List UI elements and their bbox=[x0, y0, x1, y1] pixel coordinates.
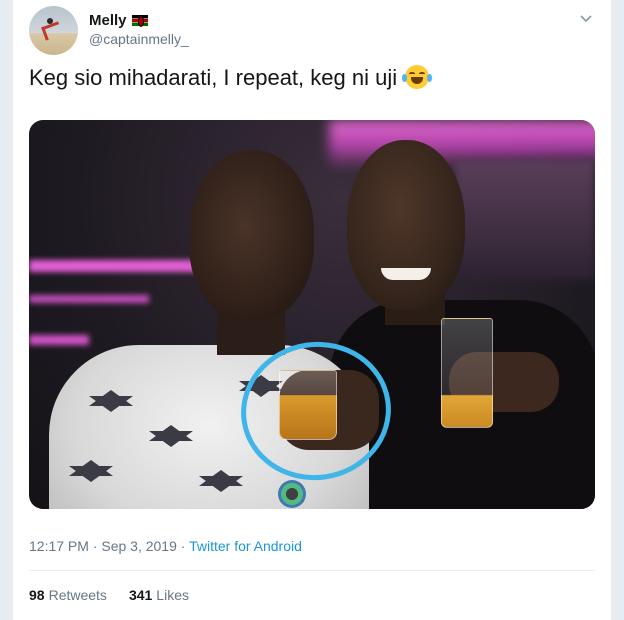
tweet-stats: 98 Retweets 341 Likes bbox=[29, 587, 189, 603]
retweets-count: 98 bbox=[29, 587, 45, 603]
tweet-source-link[interactable]: Twitter for Android bbox=[189, 538, 302, 554]
shirt-star-print bbox=[89, 390, 133, 412]
beer-glass bbox=[441, 318, 493, 428]
tweet-meta: 12:17 PM · Sep 3, 2019 · Twitter for And… bbox=[29, 538, 302, 554]
tweet-text-content: Keg sio mihadarati, I repeat, keg ni uji bbox=[29, 65, 398, 90]
tweet-text: Keg sio mihadarati, I repeat, keg ni uji bbox=[29, 64, 595, 92]
display-name[interactable]: Melly bbox=[89, 12, 127, 29]
neon-light bbox=[29, 335, 89, 345]
neon-light bbox=[29, 260, 199, 272]
shirt-star-print bbox=[199, 470, 243, 492]
user-block[interactable]: Melly @captainmelly_ bbox=[89, 12, 189, 47]
tweet-photo[interactable] bbox=[29, 120, 595, 509]
person-right-smile bbox=[381, 268, 431, 280]
retweets-label: Retweets bbox=[48, 587, 107, 603]
background-sofa bbox=[455, 160, 595, 280]
shirt-star-print bbox=[149, 425, 193, 447]
likes-stat[interactable]: 341 Likes bbox=[129, 587, 189, 603]
chevron-down-icon[interactable] bbox=[579, 12, 593, 26]
person-left-head bbox=[189, 150, 314, 320]
person-right-head bbox=[347, 140, 465, 310]
retweets-stat[interactable]: 98 Retweets bbox=[29, 587, 107, 603]
shirt-star-print bbox=[69, 460, 113, 482]
kenya-flag-icon bbox=[131, 15, 148, 27]
face-with-tears-of-joy-icon bbox=[402, 65, 433, 89]
tweet-timestamp[interactable]: 12:17 PM · Sep 3, 2019 · bbox=[29, 538, 189, 554]
likes-label: Likes bbox=[156, 587, 189, 603]
display-name-row: Melly bbox=[89, 12, 189, 29]
neon-light bbox=[29, 295, 149, 303]
divider bbox=[29, 570, 595, 571]
tweet-header: Melly @captainmelly_ bbox=[29, 6, 595, 56]
user-handle[interactable]: @captainmelly_ bbox=[89, 31, 189, 47]
avatar-body bbox=[41, 21, 63, 41]
avatar[interactable] bbox=[29, 6, 78, 55]
likes-count: 341 bbox=[128, 587, 153, 603]
watermark-icon bbox=[278, 480, 306, 508]
